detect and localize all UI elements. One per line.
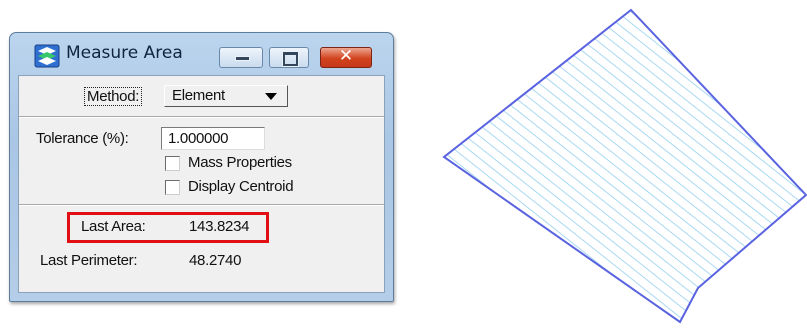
hatch-line xyxy=(444,10,687,322)
hatch-line xyxy=(444,10,806,322)
hatch-line xyxy=(629,10,806,322)
hatch-line xyxy=(420,0,434,333)
hatch-line xyxy=(783,10,806,322)
hatch-line xyxy=(444,10,631,322)
hatch-line xyxy=(447,10,806,322)
divider xyxy=(19,204,384,206)
hatch-line xyxy=(797,10,806,322)
hatch-line xyxy=(769,10,806,322)
hatch-line xyxy=(727,10,806,322)
measure-area-app-icon xyxy=(34,44,60,68)
last-area-label: Last Area: xyxy=(81,218,146,235)
dialog-title: Measure Area xyxy=(66,43,183,63)
tolerance-input[interactable]: 1.000000 xyxy=(161,127,265,150)
hatch-line xyxy=(444,10,547,322)
last-perimeter-label: Last Perimeter: xyxy=(40,252,138,269)
close-button[interactable]: ✕ xyxy=(320,46,372,68)
minimize-icon xyxy=(235,56,250,61)
mass-properties-label[interactable]: Mass Properties xyxy=(188,154,292,171)
divider xyxy=(19,116,384,118)
display-centroid-checkbox[interactable] xyxy=(165,180,180,195)
dialog-body: Method: Element Tolerance (%): 1.000000 … xyxy=(18,75,385,293)
chevron-down-icon xyxy=(265,93,277,100)
hatch-line xyxy=(545,10,806,322)
hatch-line xyxy=(444,10,806,322)
hatch-line xyxy=(444,10,463,322)
maximize-button[interactable] xyxy=(269,47,309,68)
hatch-line xyxy=(741,10,806,322)
hatch-line xyxy=(559,10,806,322)
minimize-button[interactable] xyxy=(219,47,263,68)
close-icon: ✕ xyxy=(338,46,354,66)
maximize-icon xyxy=(283,52,298,66)
display-centroid-label[interactable]: Display Centroid xyxy=(188,178,294,195)
tolerance-label: Tolerance (%): xyxy=(36,130,129,147)
measured-polygon xyxy=(420,0,807,333)
method-label: Method: xyxy=(84,87,143,106)
hatch-line xyxy=(699,10,806,322)
last-area-value: 143.8234 xyxy=(189,218,250,235)
mass-properties-checkbox[interactable] xyxy=(165,156,180,171)
hatch-line xyxy=(587,10,806,322)
hatch-line xyxy=(475,10,806,322)
method-selected-value: Element xyxy=(172,87,225,104)
measure-area-dialog: Measure Area ✕ Method: Element Tolerance… xyxy=(9,32,394,302)
hatch-line xyxy=(444,10,491,322)
hatch-line xyxy=(755,10,806,322)
title-bar[interactable]: Measure Area ✕ xyxy=(10,33,393,73)
hatch-line xyxy=(444,10,806,322)
hatch-line xyxy=(489,10,806,322)
hatch-line xyxy=(657,10,806,322)
hatch-line xyxy=(444,10,575,322)
hatch-line xyxy=(444,10,477,322)
polygon-outline xyxy=(442,8,807,324)
hatch-line xyxy=(503,10,806,322)
last-perimeter-value: 48.2740 xyxy=(189,252,242,269)
hatch-line xyxy=(444,10,449,322)
area-hatch-fill xyxy=(420,0,806,333)
hatch-line xyxy=(517,10,806,322)
method-dropdown[interactable]: Element xyxy=(164,85,288,107)
